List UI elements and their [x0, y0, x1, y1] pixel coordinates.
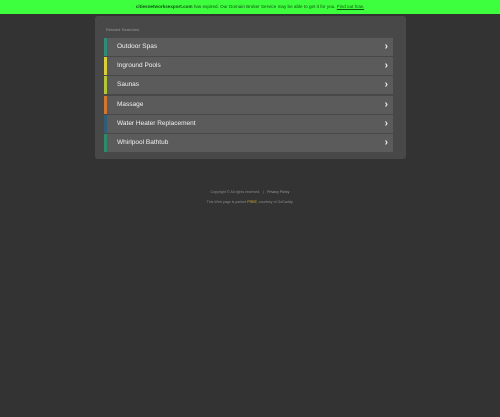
search-item-label: Whirlpool Bathtub — [117, 138, 169, 146]
page-footer: Copyright © All rights reserved. | Priva… — [0, 190, 500, 210]
search-item-label: Water Heater Replacement — [117, 119, 196, 127]
search-item-massage[interactable]: Massage › — [104, 95, 393, 114]
search-item-label: Saunas — [117, 81, 140, 89]
banner-text: has expired. Our Domain Broker Service m… — [192, 4, 336, 9]
panel-title: Related Searches — [106, 27, 140, 32]
chevron-right-icon: › — [384, 117, 388, 129]
expired-domain-banner: citiesnetworksexport.com has expired. Ou… — [0, 0, 500, 14]
chevron-right-icon: › — [384, 136, 388, 148]
banner-find-out-link[interactable]: Find out how. — [337, 4, 364, 9]
search-item-whirlpool-bathtub[interactable]: Whirlpool Bathtub › — [104, 133, 393, 152]
chevron-right-icon: › — [384, 98, 388, 110]
search-item-label: Outdoor Spas — [117, 43, 158, 50]
search-item-water-heater-replacement[interactable]: Water Heater Replacement › — [104, 114, 393, 133]
parked-note-prefix: This Web page is parked — [206, 200, 248, 204]
parked-note-suffix: , courtesy of GoDaddy. — [256, 200, 294, 204]
parked-note: This Web page is parked FREE, courtesy o… — [0, 200, 500, 204]
chevron-right-icon: › — [384, 41, 388, 52]
privacy-policy-link[interactable]: Privacy Policy — [267, 190, 289, 194]
copyright-text: Copyright © All rights reserved. — [210, 190, 261, 194]
search-item-inground-pools[interactable]: Inground Pools › — [104, 57, 393, 76]
search-item-saunas[interactable]: Saunas › — [104, 76, 393, 95]
search-item-label: Inground Pools — [117, 62, 161, 70]
footer-separator: | — [263, 190, 265, 194]
chevron-right-icon: › — [384, 60, 388, 72]
search-item-label: Massage — [117, 100, 144, 108]
parked-note-highlight: FREE — [247, 200, 257, 204]
related-searches-panel: Related Searches Outdoor Spas › Inground… — [95, 16, 406, 159]
footer-links-row: Copyright © All rights reserved. | Priva… — [0, 190, 500, 194]
search-item-outdoor-spas[interactable]: Outdoor Spas › — [104, 38, 393, 56]
chevron-right-icon: › — [384, 79, 388, 91]
related-searches-list: Outdoor Spas › Inground Pools › Saunas ›… — [104, 38, 393, 153]
banner-domain: citiesnetworksexport.com — [135, 4, 193, 9]
